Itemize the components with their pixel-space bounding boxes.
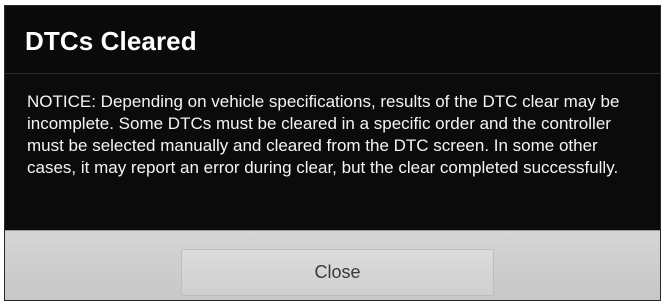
dialog-title: DTCs Cleared: [25, 26, 197, 56]
dtcs-cleared-dialog: DTCs Cleared NOTICE: Depending on vehicl…: [4, 5, 661, 301]
dialog-button-bar: Close: [5, 230, 660, 300]
dialog-title-bar: DTCs Cleared: [5, 6, 660, 74]
notice-message: NOTICE: Depending on vehicle specificati…: [27, 92, 620, 177]
close-button[interactable]: Close: [181, 249, 494, 296]
